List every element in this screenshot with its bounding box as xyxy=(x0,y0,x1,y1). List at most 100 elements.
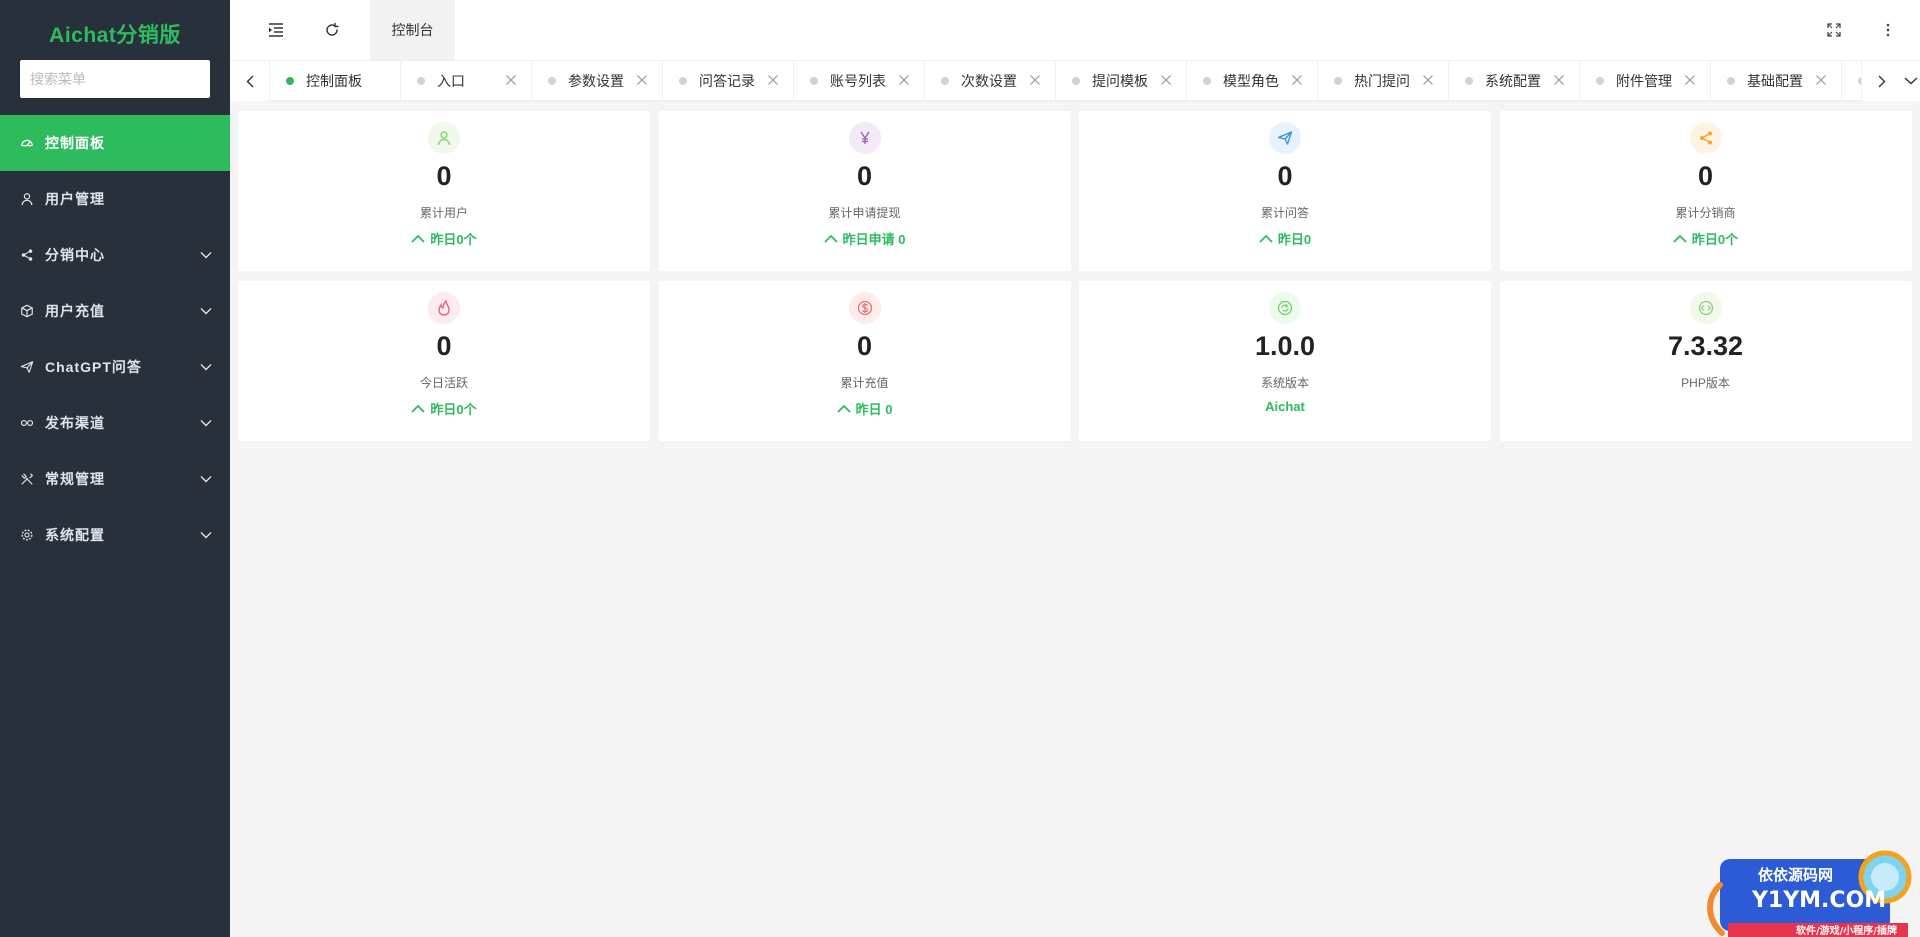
sidebar-item-3[interactable]: 用户充值 xyxy=(0,283,230,339)
close-icon[interactable] xyxy=(898,74,910,86)
tab-3[interactable]: 问答记录 xyxy=(663,61,794,101)
close-icon[interactable] xyxy=(1291,74,1303,86)
sidebar-item-7[interactable]: 系统配置 xyxy=(0,507,230,563)
close-icon[interactable] xyxy=(1160,74,1172,86)
tab-12[interactable]: 充 xyxy=(1842,61,1861,101)
chevron-down-icon xyxy=(199,528,213,542)
stat-value: 0 xyxy=(436,161,452,191)
sidebar-item-4[interactable]: ChatGPT问答 xyxy=(0,339,230,395)
tab-0[interactable]: 控制面板 xyxy=(270,61,401,101)
tab-status-dot xyxy=(941,77,949,85)
sidebar-item-0[interactable]: 控制面板 xyxy=(0,115,230,171)
sidebar-item-label: 分销中心 xyxy=(45,247,105,263)
tab-5[interactable]: 次数设置 xyxy=(925,61,1056,101)
watermark-line3: 软件/游戏/小程序/插牌 xyxy=(1796,924,1897,937)
user-icon xyxy=(21,193,33,206)
link-icon xyxy=(20,419,34,427)
toggle-sidebar-button[interactable] xyxy=(248,0,304,60)
tab-list: 控制面板 入口 参数设置 问答记录 账号列表 次数设置 提问模板 模型角色 热门提问 系统配置 附件… xyxy=(270,61,1861,101)
tab-2[interactable]: 参数设置 xyxy=(532,61,663,101)
tab-label: 提问模板 xyxy=(1092,73,1148,89)
stat-value: 0 xyxy=(436,331,452,361)
tab-9[interactable]: 系统配置 xyxy=(1449,61,1580,101)
tab-10[interactable]: 附件管理 xyxy=(1580,61,1711,101)
stat-label: 累计充值 xyxy=(840,376,889,390)
close-icon[interactable] xyxy=(505,74,517,86)
stat-sub-text: 昨日 0 xyxy=(855,402,893,417)
tabs-scroll-right-button[interactable] xyxy=(1861,61,1901,101)
stat-icon-wrap xyxy=(1269,122,1301,154)
close-icon[interactable] xyxy=(1422,74,1434,86)
close-icon[interactable] xyxy=(1684,74,1696,86)
refresh-button[interactable] xyxy=(304,0,360,60)
tab-4[interactable]: 账号列表 xyxy=(794,61,925,101)
tab-label: 模型角色 xyxy=(1223,73,1279,89)
yen-icon xyxy=(859,131,870,144)
tab-label: 问答记录 xyxy=(699,73,755,89)
chevron-down-icon xyxy=(199,360,213,374)
stat-sub-text: 昨日0 xyxy=(1277,232,1312,247)
stat-label: 系统版本 xyxy=(1260,376,1309,390)
menu-search-box[interactable] xyxy=(20,60,210,98)
chevron-right-icon xyxy=(1878,75,1885,87)
user-icon xyxy=(437,131,451,146)
chevron-up-icon xyxy=(411,234,426,243)
stat-value: 0 xyxy=(856,161,873,191)
stat-icon-wrap xyxy=(1689,292,1722,324)
stat-sub: 昨日0个 xyxy=(411,399,477,418)
chevron-up-icon xyxy=(1673,234,1687,243)
stat-value: 0 xyxy=(1277,161,1293,191)
close-icon[interactable] xyxy=(1029,74,1041,86)
stat-label: 今日活跃 xyxy=(419,376,468,390)
menu-search-input[interactable] xyxy=(30,71,200,87)
stat-icon-wrap xyxy=(848,122,881,154)
code-icon xyxy=(1698,300,1713,316)
tabs-scroll-left-button[interactable] xyxy=(230,61,270,101)
more-button[interactable] xyxy=(1860,0,1916,60)
stat-label: 累计用户 xyxy=(419,206,468,220)
header-tab-console[interactable]: 控制台 xyxy=(370,0,455,60)
stat-sub-text: Aichat xyxy=(1265,399,1305,414)
tab-status-dot xyxy=(810,77,818,85)
tab-11[interactable]: 基础配置 xyxy=(1711,61,1842,101)
stat-sub: 昨日申请 0 xyxy=(823,229,905,248)
tab-1[interactable]: 入口 xyxy=(401,61,532,101)
watermark-line2: Y1YM.COM xyxy=(1751,888,1886,913)
tab-status-dot xyxy=(417,77,425,85)
tab-status-dot xyxy=(1203,77,1211,85)
sidebar-item-icon xyxy=(19,359,35,375)
sidebar-item-2[interactable]: 分销中心 xyxy=(0,227,230,283)
gear-icon xyxy=(21,529,33,541)
close-icon[interactable] xyxy=(767,74,779,86)
tab-6[interactable]: 提问模板 xyxy=(1056,61,1187,101)
sidebar-item-6[interactable]: 常规管理 xyxy=(0,451,230,507)
sidebar-item-label: 常规管理 xyxy=(45,471,105,487)
sidebar-item-5[interactable]: 发布渠道 xyxy=(0,395,230,451)
app-logo[interactable]: Aichat分销版 xyxy=(0,0,230,68)
tab-7[interactable]: 模型角色 xyxy=(1187,61,1318,101)
close-icon[interactable] xyxy=(1553,74,1565,86)
top-header: 控制台 xyxy=(230,0,1920,60)
chevron-down-icon xyxy=(199,416,213,430)
tab-status-dot xyxy=(1334,77,1342,85)
fire-icon xyxy=(438,300,450,316)
tabs-dropdown-button[interactable] xyxy=(1901,61,1920,101)
dashboard-icon xyxy=(21,139,33,147)
fullscreen-button[interactable] xyxy=(1806,0,1862,60)
sidebar-menu: 控制面板 用户管理分销中心用户充值 ChatGPT问答 发布渠道常规管理系统配置 xyxy=(0,115,230,563)
chevron-up-icon xyxy=(411,404,426,413)
sidebar-item-1[interactable]: 用户管理 xyxy=(0,171,230,227)
stat-card: 0 累计申请提现 昨日申请 0 xyxy=(658,111,1071,271)
stat-label: 累计分销商 xyxy=(1675,206,1736,220)
tab-label: 基础配置 xyxy=(1747,73,1803,89)
stat-sub: 昨日0个 xyxy=(411,229,477,248)
stat-card: 0 今日活跃昨日0个 xyxy=(238,281,650,441)
tab-8[interactable]: 热门提问 xyxy=(1318,61,1449,101)
watermark-line1: 依依源码网 xyxy=(1758,866,1833,884)
stat-value: 0 xyxy=(856,331,873,361)
chevron-up-icon xyxy=(836,404,851,413)
close-icon[interactable] xyxy=(636,74,648,86)
tools-icon xyxy=(21,473,34,485)
close-icon[interactable] xyxy=(1815,74,1827,86)
sidebar-item-icon xyxy=(19,191,35,207)
